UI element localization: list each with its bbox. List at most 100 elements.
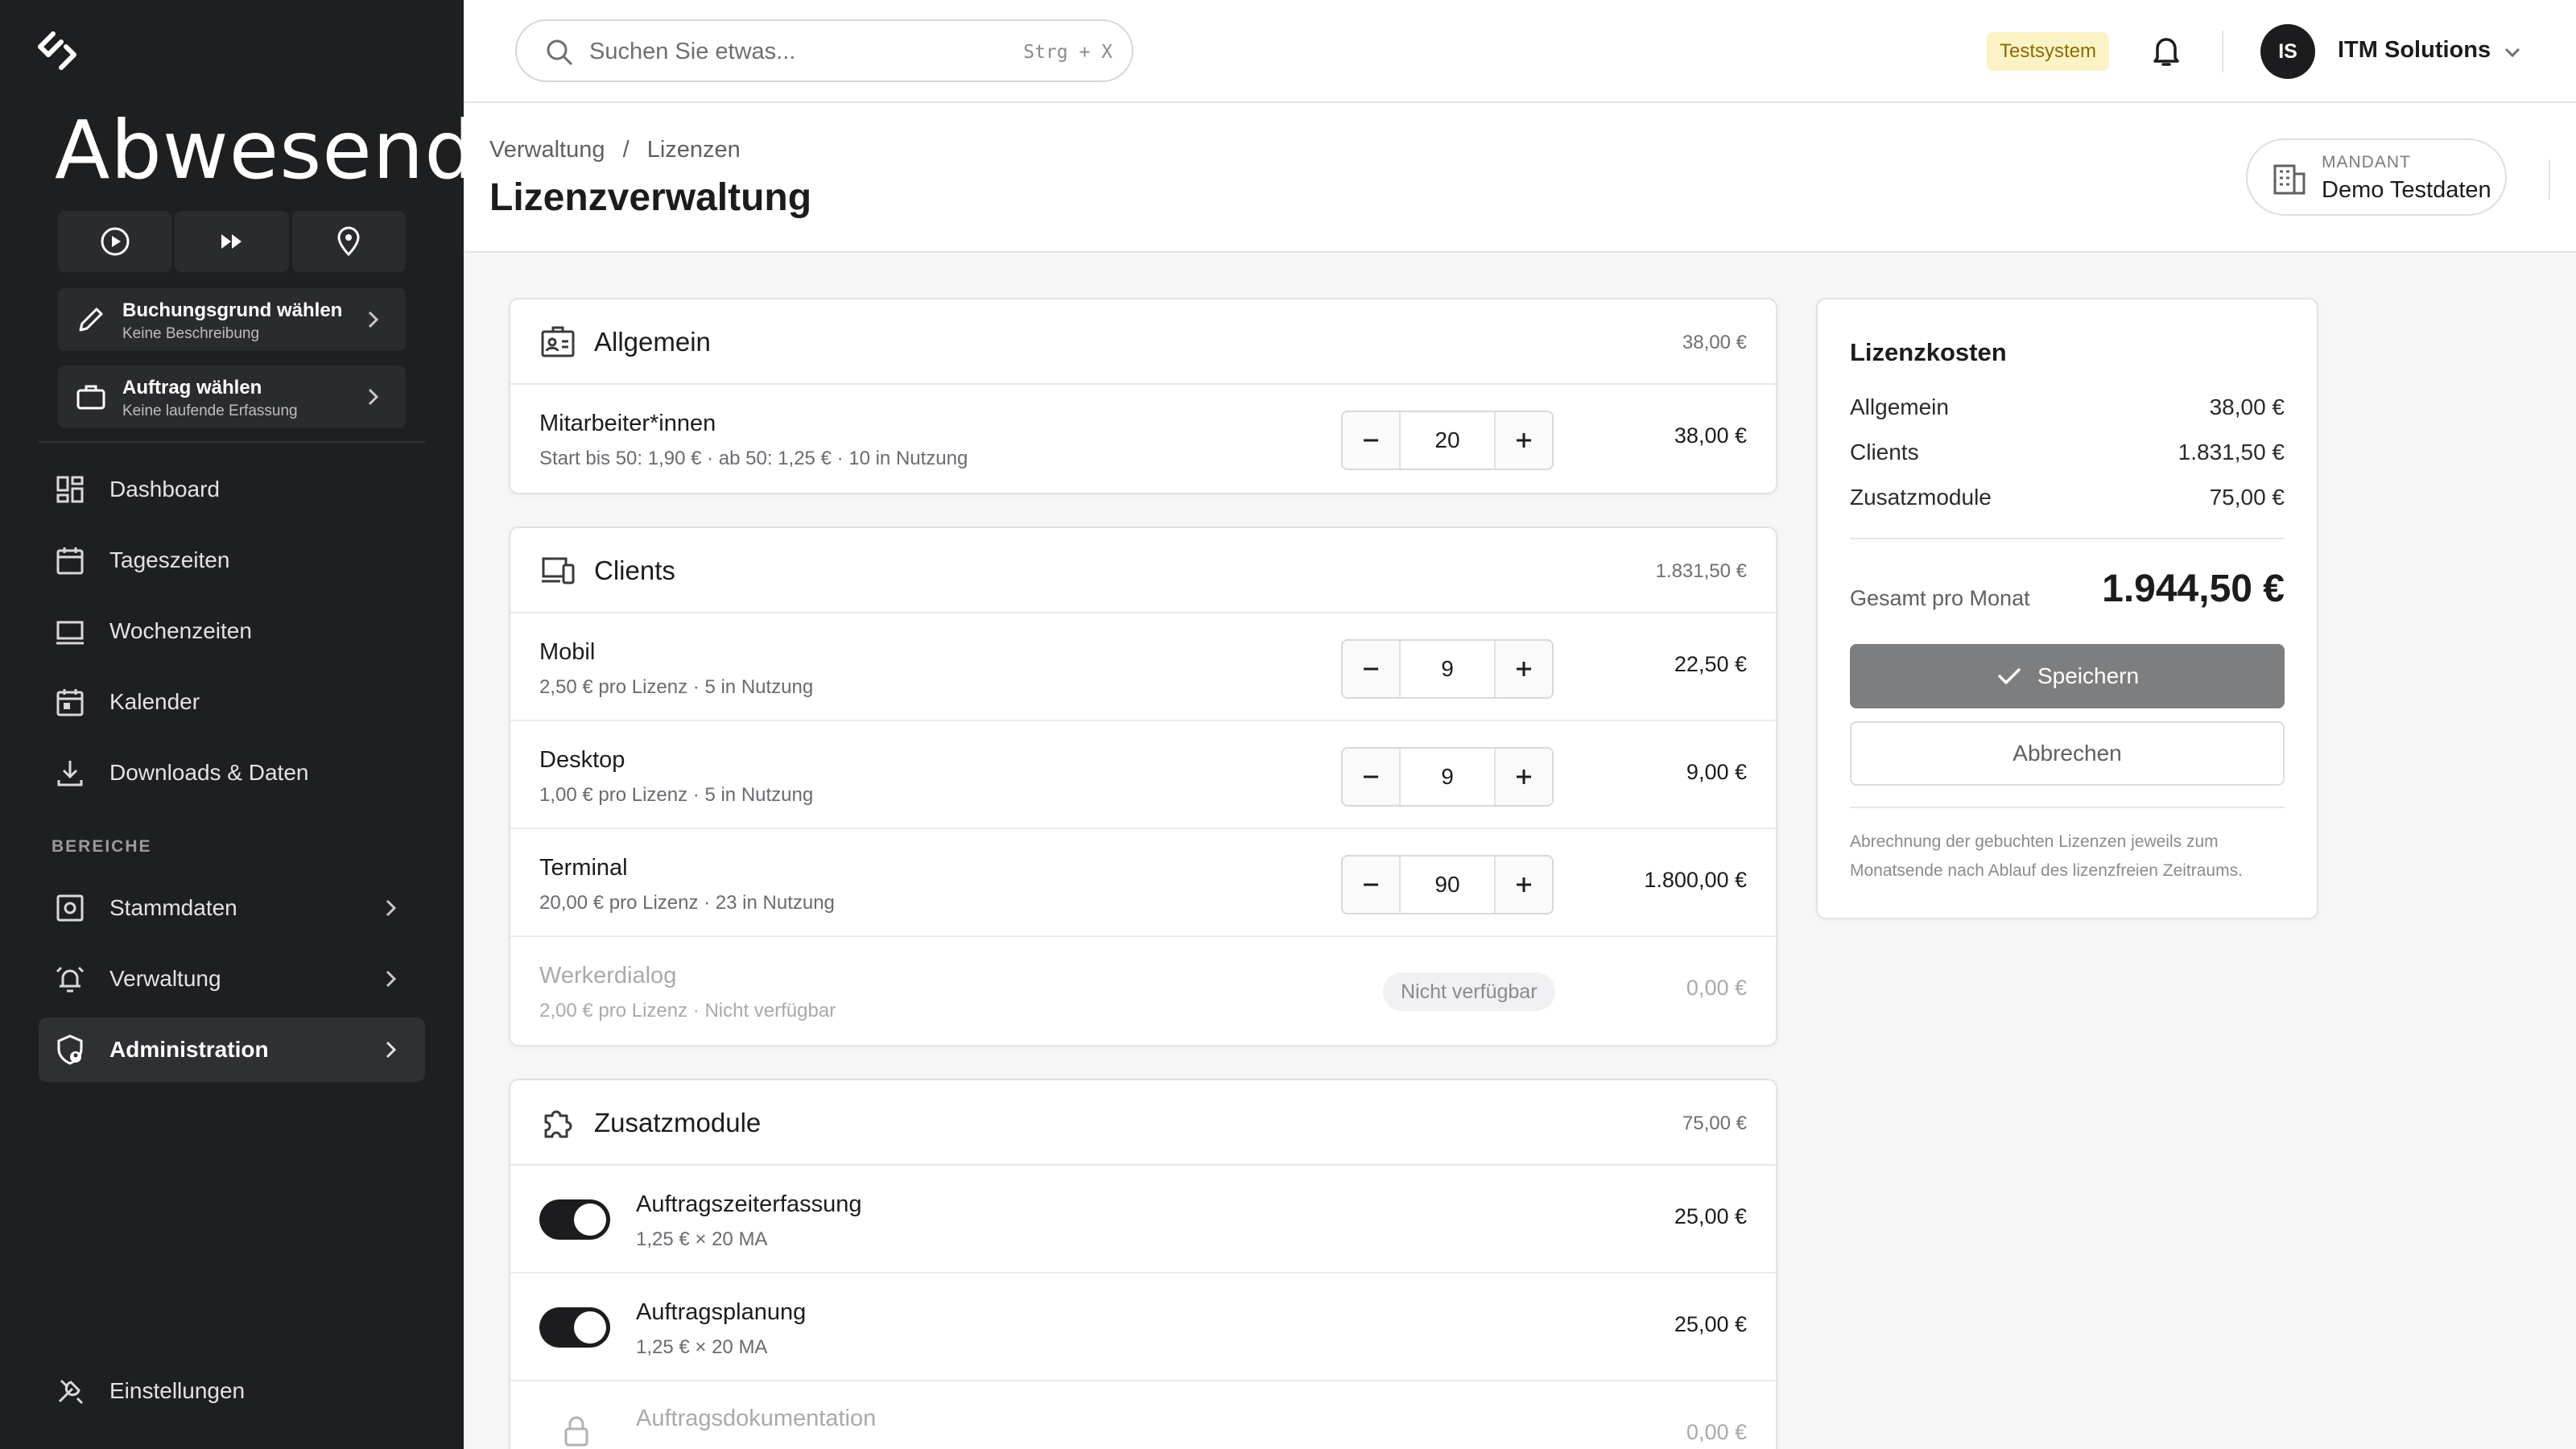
license-price: 22,50 € [1674, 652, 1747, 676]
tools-icon [58, 1379, 84, 1405]
header-edge-divider [2549, 159, 2550, 200]
decrement-button[interactable] [1343, 857, 1399, 913]
license-price: 0,00 € [1686, 976, 1747, 1000]
search-input[interactable]: Suchen Sie etwas... Strg + X [515, 19, 1133, 82]
id-card-icon [541, 326, 575, 357]
sidebar-item-label: Administration [109, 1037, 269, 1062]
decrement-button[interactable] [1343, 412, 1399, 469]
week-view-icon [56, 621, 84, 645]
billing-note: Abrechnung der gebuchten Lizenzen jeweil… [1850, 832, 2243, 880]
chevron-right-icon [386, 1041, 397, 1059]
sidebar-item-downloads[interactable]: Downloads & Daten [39, 741, 425, 805]
start-button[interactable] [58, 211, 172, 272]
section-label: BEREICHE [52, 837, 152, 856]
location-button[interactable] [291, 211, 406, 272]
page-title: Lizenzverwaltung [489, 176, 812, 219]
play-circle-icon [101, 227, 130, 256]
section-zusatzmodule: Zusatzmodule 75,00 € Auftragszeiterfassu… [509, 1079, 1777, 1449]
chevron-down-icon[interactable] [2500, 40, 2524, 64]
tenant-selector[interactable]: MANDANT Demo Testdaten [2246, 138, 2507, 216]
notifications-button[interactable] [2146, 31, 2186, 71]
sidebar-item-wochenzeiten[interactable]: Wochenzeiten [39, 599, 425, 663]
master-data-icon [56, 894, 84, 922]
sidebar-item-verwaltung[interactable]: Verwaltung [39, 947, 425, 1011]
cancel-button[interactable]: Abbrechen [1850, 721, 2285, 786]
increment-button[interactable] [1496, 412, 1552, 469]
devices-icon [542, 557, 575, 584]
summary-line: Clients 1.831,50 € [1850, 440, 2285, 465]
building-icon [2273, 164, 2306, 195]
module-name: Auftragsdokumentation [636, 1406, 877, 1431]
plus-icon [1517, 877, 1531, 892]
sidebar-item-label: Downloads & Daten [109, 760, 309, 785]
decrement-button[interactable] [1343, 641, 1399, 697]
summary-line-label: Clients [1850, 440, 1919, 464]
module-toggle[interactable] [539, 1307, 610, 1348]
order-title: Auftrag wählen [122, 377, 262, 398]
sidebar-item-administration[interactable]: Administration [39, 1018, 425, 1082]
sidebar-item-einstellungen[interactable]: Einstellungen [39, 1359, 425, 1423]
sidebar-item-kalender[interactable]: Kalender [39, 670, 425, 734]
chevron-right-icon [386, 970, 397, 988]
booking-reason-selector[interactable]: Buchungsgrund wählen Keine Beschreibung [58, 288, 406, 351]
quantity-stepper: 90 [1341, 855, 1554, 914]
search-placeholder: Suchen Sie etwas... [589, 39, 796, 64]
sidebar-item-label: Kalender [109, 689, 200, 714]
quantity-input[interactable]: 9 [1399, 641, 1496, 697]
module-toggle[interactable] [539, 1199, 610, 1240]
dashboard-icon [56, 476, 84, 503]
unavailable-badge: Nicht verfügbar [1383, 972, 1555, 1011]
sidebar-item-stammdaten[interactable]: Stammdaten [39, 876, 425, 940]
sidebar-item-label: Dashboard [109, 477, 220, 502]
sidebar-item-label: Wochenzeiten [109, 618, 252, 643]
summary-line-label: Zusatzmodule [1850, 485, 1992, 510]
module-desc: 1,25 € × 20 MA [636, 1228, 768, 1250]
license-desc: 20,00 € pro Lizenz · 23 in Nutzung [539, 892, 835, 914]
summary-line-label: Allgemein [1850, 394, 1949, 419]
plus-icon [1517, 770, 1531, 784]
section-header: Allgemein 38,00 € [510, 299, 1776, 385]
order-subtitle: Keine laufende Erfassung [122, 402, 298, 419]
license-row: Desktop 1,00 € pro Lizenz · 5 in Nutzung… [510, 721, 1776, 829]
tenant-value: Demo Testdaten [2322, 177, 2491, 203]
section-title: Zusatzmodule [594, 1108, 762, 1137]
license-desc: 1,00 € pro Lizenz · 5 in Nutzung [539, 784, 814, 806]
section-header: Zusatzmodule 75,00 € [510, 1080, 1776, 1166]
summary-divider [1850, 538, 2285, 539]
puzzle-icon [544, 1110, 572, 1138]
section-header: Clients 1.831,50 € [510, 528, 1776, 613]
quantity-input[interactable]: 9 [1399, 749, 1496, 805]
sidebar-item-tageszeiten[interactable]: Tageszeiten [39, 528, 425, 592]
topbar-divider [2222, 31, 2223, 72]
save-button[interactable]: Speichern [1850, 644, 2285, 708]
alarm-icon [56, 966, 85, 993]
increment-button[interactable] [1496, 749, 1552, 805]
license-name: Terminal [539, 855, 628, 881]
license-price: 9,00 € [1686, 760, 1747, 784]
skip-button[interactable] [175, 211, 289, 272]
plus-icon [1517, 433, 1531, 448]
pencil-icon [79, 308, 103, 332]
app-logo-icon[interactable] [37, 31, 77, 71]
license-name: Mitarbeiter*innen [539, 411, 716, 436]
decrement-button[interactable] [1343, 749, 1399, 805]
order-selector[interactable]: Auftrag wählen Keine laufende Erfassung [58, 365, 406, 428]
increment-button[interactable] [1496, 857, 1552, 913]
summary-title: Lizenzkosten [1850, 338, 2007, 366]
page-header: Verwaltung / Lizenzen Lizenzverwaltung M… [464, 103, 2576, 253]
total-label: Gesamt pro Monat [1850, 586, 2030, 610]
chevron-right-icon [368, 311, 379, 328]
avatar[interactable]: IS [2260, 24, 2315, 79]
increment-button[interactable] [1496, 641, 1552, 697]
booking-reason-subtitle: Keine Beschreibung [122, 325, 260, 342]
license-cost-summary: Lizenzkosten Allgemein 38,00 € Clients 1… [1816, 298, 2318, 919]
quantity-input[interactable]: 20 [1399, 412, 1496, 469]
license-desc: Start bis 50: 1,90 € · ab 50: 1,25 € · 1… [539, 448, 968, 469]
user-menu-name[interactable]: ITM Solutions [2338, 37, 2491, 64]
minus-icon [1364, 775, 1378, 778]
summary-line-value: 38,00 € [2209, 394, 2285, 419]
breadcrumb-verwaltung[interactable]: Verwaltung [489, 137, 605, 163]
sidebar-item-dashboard[interactable]: Dashboard [39, 457, 425, 522]
quantity-input[interactable]: 90 [1399, 857, 1496, 913]
breadcrumb-lizenzen: Lizenzen [646, 137, 741, 163]
